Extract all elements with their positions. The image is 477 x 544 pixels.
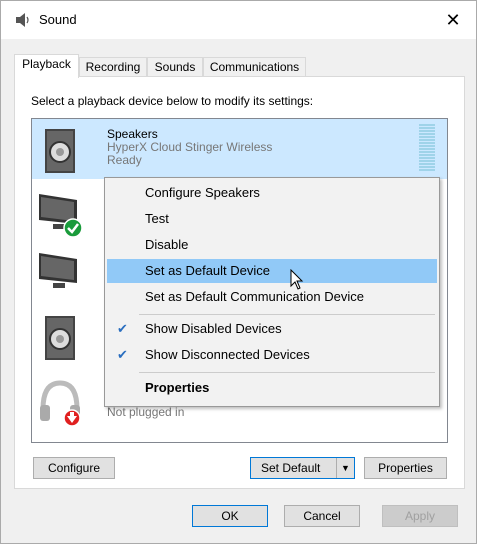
mouse-cursor-icon <box>290 269 304 290</box>
tab-communications[interactable]: Communications <box>203 57 306 77</box>
window-title: Sound <box>39 12 77 27</box>
speaker-icon <box>45 316 75 360</box>
close-button[interactable]: ✕ <box>430 1 476 39</box>
chevron-down-icon[interactable]: ▼ <box>336 458 354 478</box>
checkmark-icon: ✔ <box>117 347 128 362</box>
menu-separator <box>139 372 435 373</box>
cancel-button[interactable]: Cancel <box>284 505 360 527</box>
headphones-unplugged-icon <box>40 380 81 427</box>
menu-item-disable[interactable]: Disable <box>107 233 437 257</box>
menu-item-set-default-device[interactable]: Set as Default Device <box>107 259 437 283</box>
device-item-speakers[interactable]: Speakers HyperX Cloud Stinger Wireless R… <box>32 119 447 179</box>
tab-recording[interactable]: Recording <box>79 57 147 77</box>
menu-item-show-disabled[interactable]: ✔ Show Disabled Devices <box>107 317 437 341</box>
menu-separator <box>139 314 435 315</box>
instruction-text: Select a playback device below to modify… <box>31 94 314 108</box>
tab-playback[interactable]: Playback <box>14 54 79 78</box>
monitor-default-icon <box>39 194 83 238</box>
speaker-title-icon <box>16 13 29 27</box>
menu-item-properties[interactable]: Properties <box>107 376 437 400</box>
speaker-icon <box>45 129 75 173</box>
menu-item-set-default-communication[interactable]: Set as Default Communication Device <box>107 285 437 309</box>
ok-button[interactable]: OK <box>192 505 268 527</box>
device-status: Not plugged in <box>107 405 185 419</box>
device-status: Ready <box>107 153 142 167</box>
apply-button[interactable]: Apply <box>382 505 458 527</box>
device-name: Speakers <box>107 127 158 141</box>
sound-dialog: Sound ✕ Playback Recording Sounds Commun… <box>0 0 477 544</box>
close-icon: ✕ <box>445 9 461 30</box>
menu-item-configure-speakers[interactable]: Configure Speakers <box>107 181 437 205</box>
title-bar: Sound ✕ <box>1 1 476 39</box>
set-default-button[interactable]: Set Default ▼ <box>250 457 355 479</box>
checkmark-icon: ✔ <box>117 321 128 336</box>
set-default-label: Set Default <box>261 461 321 475</box>
device-description: HyperX Cloud Stinger Wireless <box>107 140 273 154</box>
tab-sounds[interactable]: Sounds <box>147 57 203 77</box>
configure-button[interactable]: Configure <box>33 457 115 479</box>
properties-button[interactable]: Properties <box>364 457 447 479</box>
monitor-icon <box>39 253 77 288</box>
menu-item-show-disconnected[interactable]: ✔ Show Disconnected Devices <box>107 343 437 367</box>
menu-item-test[interactable]: Test <box>107 207 437 231</box>
volume-meter <box>419 124 435 173</box>
context-menu: Configure Speakers Test Disable Set as D… <box>104 177 440 407</box>
